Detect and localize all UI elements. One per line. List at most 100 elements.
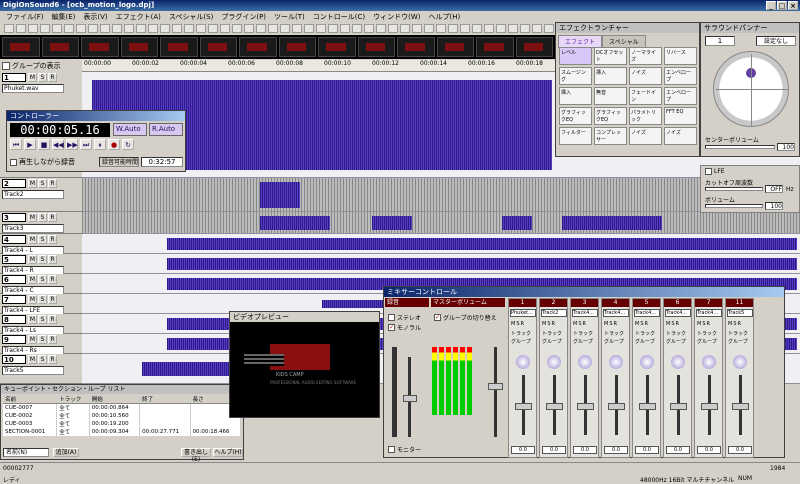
menu-tools[interactable]: ツール(T) — [270, 12, 309, 22]
video-thumbnail[interactable] — [120, 37, 158, 57]
forward-icon[interactable]: ▶▶ — [66, 139, 78, 150]
toolbar-button[interactable] — [460, 23, 470, 33]
video-thumbnail[interactable] — [357, 37, 395, 57]
solo-button[interactable]: S — [38, 213, 47, 222]
track-lane[interactable] — [82, 178, 800, 212]
preset-select[interactable]: 設定なし — [756, 36, 796, 46]
track-name[interactable]: Phuket.wav — [2, 84, 64, 93]
strip-solo-button[interactable]: S — [516, 321, 519, 327]
mono-checkbox[interactable]: ✓ — [388, 324, 395, 331]
mute-button[interactable]: M — [28, 295, 37, 304]
pan-knob[interactable] — [640, 355, 654, 369]
mute-button[interactable]: M — [28, 315, 37, 324]
toolbar-button[interactable] — [4, 23, 14, 33]
effect-button[interactable]: エンベロープ — [664, 67, 697, 85]
effect-button[interactable]: フェードイン — [629, 87, 662, 105]
track-header[interactable]: 5 M S R Track4 - R — [0, 254, 82, 275]
strip-mute-button[interactable]: M — [573, 321, 577, 327]
group-switch-checkbox[interactable]: ✓ — [434, 314, 441, 321]
strip-solo-button[interactable]: S — [640, 321, 643, 327]
pan-knob[interactable] — [733, 355, 747, 369]
play-icon[interactable]: ▶ — [24, 139, 36, 150]
lfe-volume-slider[interactable] — [705, 204, 763, 208]
menu-special[interactable]: スペシャル(S) — [165, 12, 217, 22]
record-arm-button[interactable]: R — [48, 315, 57, 324]
end-icon[interactable]: ⏭ — [80, 139, 92, 150]
waveform[interactable] — [167, 238, 797, 250]
toolbar-button[interactable] — [316, 23, 326, 33]
video-thumbnail[interactable] — [41, 37, 79, 57]
toolbar-button[interactable] — [148, 23, 158, 33]
track-header[interactable]: 6 M S R Track4 - C — [0, 274, 82, 295]
effect-button[interactable]: ノイズ — [629, 127, 662, 145]
table-row[interactable]: CUE-0002 全て 00:00:10.560 — [3, 412, 242, 420]
strip-mute-button[interactable]: M — [666, 321, 670, 327]
solo-button[interactable]: S — [38, 235, 47, 244]
toolbar-button[interactable] — [52, 23, 62, 33]
toolbar-button[interactable] — [412, 23, 422, 33]
strip-group-checkbox[interactable]: グループ — [635, 338, 655, 345]
group-checkbox[interactable] — [2, 62, 10, 70]
track-header[interactable]: 4 M S R Track4 - L — [0, 234, 82, 255]
solo-button[interactable]: S — [38, 295, 47, 304]
strip-group-checkbox[interactable]: グループ — [604, 338, 624, 345]
track-header[interactable]: 9 M S R Track4 - Rs — [0, 334, 82, 355]
toolbar-button[interactable] — [184, 23, 194, 33]
strip-record-button[interactable]: R — [521, 321, 524, 327]
toolbar-button[interactable] — [304, 23, 314, 33]
effect-button[interactable]: 無音 — [594, 87, 627, 105]
video-thumbnail[interactable] — [160, 37, 198, 57]
close-button[interactable]: × — [788, 1, 798, 10]
strip-mute-button[interactable]: M — [511, 321, 515, 327]
effect-button[interactable]: スムージング — [559, 67, 592, 85]
master-fader-cap[interactable] — [488, 383, 503, 390]
toolbar-button[interactable] — [64, 23, 74, 33]
rec-fader-cap[interactable] — [403, 395, 417, 402]
effect-button[interactable]: リバース — [664, 47, 697, 65]
effect-button[interactable]: ノーマライズ — [629, 47, 662, 65]
strip-record-button[interactable]: R — [583, 321, 586, 327]
fader-cap[interactable] — [639, 403, 656, 410]
video-thumbnail[interactable] — [278, 37, 316, 57]
menu-plugin[interactable]: プラグイン(P) — [217, 12, 270, 22]
toolbar-button[interactable] — [40, 23, 50, 33]
toolbar-button[interactable] — [496, 23, 506, 33]
time-ruler[interactable]: 00:00:00 00:00:02 00:00:04 00:00:06 00:00:08… — [82, 60, 555, 72]
strip-track-checkbox[interactable]: トラック — [728, 330, 748, 337]
menu-edit[interactable]: 編集(E) — [48, 12, 80, 22]
record-arm-button[interactable]: R — [48, 179, 57, 188]
waveform[interactable] — [372, 216, 412, 230]
video-thumbnail[interactable] — [239, 37, 277, 57]
track-lane[interactable] — [82, 234, 800, 254]
record-arm-button[interactable]: R — [48, 213, 57, 222]
strip-solo-button[interactable]: S — [702, 321, 705, 327]
pan-knob[interactable] — [671, 355, 685, 369]
record-while-play-checkbox[interactable] — [10, 158, 17, 166]
effect-button[interactable]: エンベロープ — [664, 87, 697, 105]
track-header[interactable]: 7 M S R Track4 - LFE — [0, 294, 82, 315]
toolbar-button[interactable] — [88, 23, 98, 33]
effect-button[interactable]: グラフィックEQ — [594, 107, 627, 125]
track-lane[interactable] — [82, 212, 800, 234]
cue-column-header[interactable]: トラック — [56, 395, 90, 404]
toolbar-button[interactable] — [472, 23, 482, 33]
pause-icon[interactable]: ⏸ — [94, 139, 106, 150]
solo-button[interactable]: S — [38, 275, 47, 284]
stop-icon[interactable]: ■ — [38, 139, 50, 150]
record-arm-button[interactable]: R — [48, 295, 57, 304]
record-while-play[interactable]: 再生しながら録音 — [10, 157, 75, 167]
strip-group-checkbox[interactable]: グループ — [573, 338, 593, 345]
effect-button[interactable]: DCオフセット — [594, 47, 627, 65]
cue-add-button[interactable]: 追加(A) — [53, 448, 79, 457]
toolbar-button[interactable] — [124, 23, 134, 33]
toolbar-button[interactable] — [268, 23, 278, 33]
mute-button[interactable]: M — [28, 355, 37, 364]
record-arm-button[interactable]: R — [48, 355, 57, 364]
solo-button[interactable]: S — [38, 73, 47, 82]
record-arm-button[interactable]: R — [48, 73, 57, 82]
cue-help-button[interactable]: ヘルプ(H) — [213, 448, 243, 457]
mute-button[interactable]: M — [28, 235, 37, 244]
strip-group-checkbox[interactable]: グループ — [542, 338, 562, 345]
toolbar-button[interactable] — [532, 23, 542, 33]
toolbar-button[interactable] — [280, 23, 290, 33]
